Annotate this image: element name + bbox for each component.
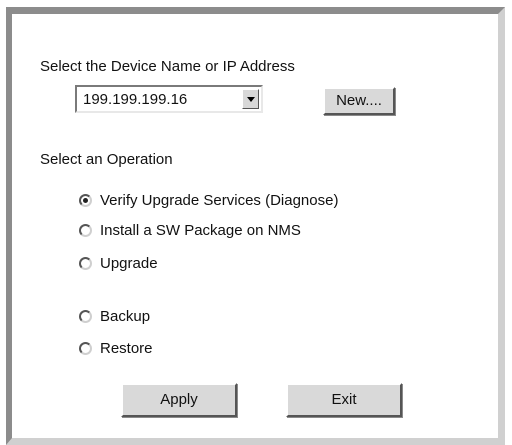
- radio-label-backup: Backup: [100, 307, 151, 325]
- radio-option-backup[interactable]: Backup: [79, 306, 150, 326]
- radio-option-verify[interactable]: Verify Upgrade Services (Diagnose): [79, 190, 338, 210]
- apply-button[interactable]: Apply: [121, 383, 237, 417]
- radio-label-upgrade: Upgrade: [100, 254, 158, 272]
- device-dropdown-value: 199.199.199.16: [83, 91, 188, 108]
- radio-label-verify: Verify Upgrade Services (Diagnose): [100, 191, 339, 209]
- new-device-button[interactable]: New....: [323, 87, 395, 115]
- radio-option-install[interactable]: Install a SW Package on NMS: [79, 220, 301, 240]
- device-dropdown[interactable]: 199.199.199.16: [75, 85, 263, 113]
- chevron-down-icon[interactable]: [242, 89, 259, 109]
- radio-button-icon[interactable]: [79, 341, 92, 355]
- radio-label-install: Install a SW Package on NMS: [100, 221, 301, 239]
- radio-button-checked-icon[interactable]: [79, 193, 92, 207]
- exit-button[interactable]: Exit: [286, 383, 402, 417]
- radio-button-icon[interactable]: [79, 256, 92, 270]
- radio-option-upgrade[interactable]: Upgrade: [79, 253, 158, 273]
- radio-option-restore[interactable]: Restore: [79, 338, 153, 358]
- radio-button-icon[interactable]: [79, 223, 92, 237]
- operation-heading: Select an Operation: [40, 151, 173, 168]
- device-select-heading: Select the Device Name or IP Address: [40, 58, 295, 75]
- radio-label-restore: Restore: [100, 339, 153, 357]
- radio-button-icon[interactable]: [79, 309, 92, 323]
